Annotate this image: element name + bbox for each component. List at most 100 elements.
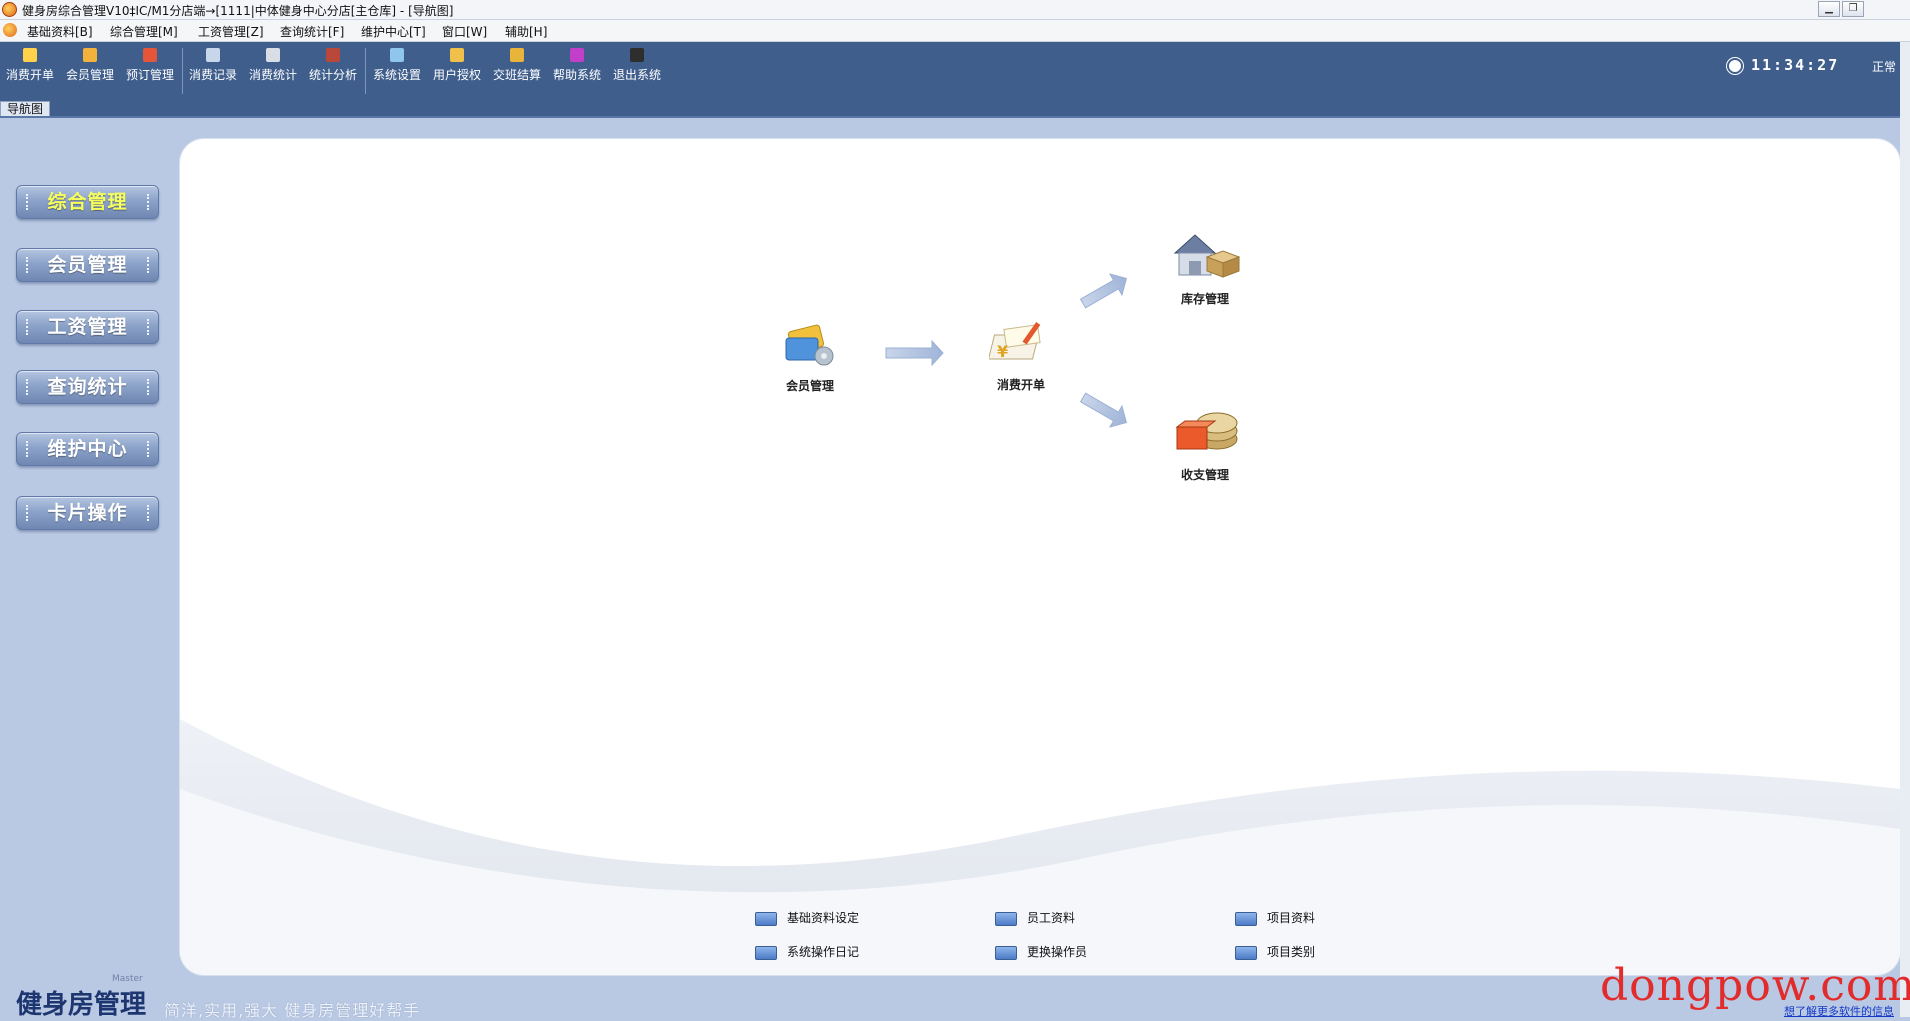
toolbar-analysis-label: 统计分析 [308,68,357,82]
footer-brand: 健身房管理 [16,990,147,1020]
toolbar-exit-label: 退出系统 [612,68,661,82]
toolbar-billing-button[interactable]: 消费开单 [4,48,56,94]
window-icon [1235,911,1257,926]
stats-icon [266,48,280,62]
inventory-warehouse-icon [1173,234,1241,278]
toolbar-shift-settle-label: 交班结算 [492,68,541,82]
app-logo-icon [2,2,17,17]
menu-maintenance[interactable]: 维护中心[T] [361,23,426,40]
link-staff-info[interactable]: 员工资料 [995,909,1075,926]
tab-navigation-map[interactable]: 导航图 [0,101,51,117]
bill-icon [23,48,37,62]
flow-node-billing[interactable]: ¥ 消费开单 [981,317,1061,393]
clock-icon [1727,58,1743,74]
sidebar-item-card-ops[interactable]: 卡片操作 [16,496,159,530]
flow-node-members-label: 会员管理 [785,379,834,393]
help-icon [570,48,584,62]
toolbar-booking-button[interactable]: 预订管理 [124,48,176,94]
shift-settle-icon [510,48,524,62]
exit-icon [630,48,644,62]
tab-underline [0,116,1910,118]
toolbar-help-button[interactable]: 帮助系统 [551,48,603,94]
arrow-billing-to-finance [1079,392,1127,428]
link-basic-settings-label: 基础资料设定 [787,911,860,925]
flow-node-members[interactable]: 会员管理 [770,322,850,394]
sidebar-item-comprehensive[interactable]: 综合管理 [16,185,159,219]
footer-brand-small: Master [112,974,143,984]
minimize-icon[interactable]: ▁ [1818,1,1840,17]
toolbar-user-auth-label: 用户授权 [432,68,481,82]
toolbar-members-button[interactable]: 会员管理 [64,48,116,94]
restore-icon[interactable]: ❐ [1842,1,1864,17]
flow-arrows [885,273,1127,428]
link-system-log[interactable]: 系统操作日记 [755,943,859,960]
toolbar-help-label: 帮助系统 [552,68,601,82]
sidebar-item-query-stats[interactable]: 查询统计 [16,370,159,404]
svg-text:¥: ¥ [997,342,1008,361]
tab-strip: 导航图 [0,101,1910,117]
sidebar-item-members[interactable]: 会员管理 [16,248,159,282]
flow-node-finance-label: 收支管理 [1180,468,1229,482]
toolbar-user-auth-button[interactable]: 用户授权 [431,48,483,94]
menu-query-stats[interactable]: 查询统计[F] [280,23,344,40]
window-icon [1235,945,1257,960]
window-title: 健身房综合管理V10‡IC/M1分店端→[1111|中体健身中心分店[主仓库] … [22,4,454,18]
toolbar-separator [365,48,366,94]
flow-node-inventory[interactable]: 库存管理 [1160,227,1250,307]
toolbar-billing-label: 消费开单 [5,68,54,82]
toolbar-exit-button[interactable]: 退出系统 [611,48,663,94]
flow-node-finance[interactable]: 收支管理 [1160,403,1250,483]
window-icon [755,945,777,960]
toolbar-separator [182,48,183,94]
settings-icon [390,48,404,62]
link-project-category-label: 项目类别 [1267,945,1316,959]
booking-icon [143,48,157,62]
link-basic-settings[interactable]: 基础资料设定 [755,909,859,926]
menu-basic-data[interactable]: 基础资料[B] [27,23,93,40]
finance-coins-icon [1175,412,1238,450]
members-icon [83,48,97,62]
navigation-panel: 会员管理 ¥ 消费开单 库存管理 收支管理 基础资料设定 员工资料 项目资料 系… [180,139,1900,975]
link-project-info-label: 项目资料 [1267,911,1316,925]
title-bar: 健身房综合管理V10‡IC/M1分店端→[1111|中体健身中心分店[主仓库] … [0,0,1910,20]
menu-help[interactable]: 辅助[H] [505,23,547,40]
link-system-log-label: 系统操作日记 [787,945,860,959]
records-icon [206,48,220,62]
window-icon [995,911,1017,926]
app-menu-icon[interactable] [3,23,17,37]
toolbar-settings-label: 系统设置 [372,68,421,82]
toolbar-records-button[interactable]: 消费记录 [187,48,239,94]
footer-slogan: 简洋,实用,强大 健身房管理好帮手 [164,1001,421,1020]
user-auth-icon [450,48,464,62]
toolbar-stats-button[interactable]: 消费统计 [247,48,299,94]
analysis-icon [326,48,340,62]
window-icon [995,945,1017,960]
link-staff-info-label: 员工资料 [1027,911,1076,925]
toolbar-records-label: 消费记录 [188,68,237,82]
menu-window[interactable]: 窗口[W] [442,23,487,40]
right-scroll-strip [1900,42,1910,1017]
menu-comprehensive[interactable]: 综合管理[M] [110,23,178,40]
window-icon [755,911,777,926]
member-card-icon [785,324,834,366]
flow-node-inventory-label: 库存管理 [1180,292,1229,306]
link-change-operator[interactable]: 更换操作员 [995,943,1087,960]
toolbar-analysis-button[interactable]: 统计分析 [307,48,359,94]
arrow-billing-to-inventory [1079,273,1127,309]
link-project-info[interactable]: 项目资料 [1235,909,1315,926]
link-project-category[interactable]: 项目类别 [1235,943,1315,960]
menu-salary[interactable]: 工资管理[Z] [198,23,264,40]
menu-bar: 基础资料[B] 综合管理[M] 工资管理[Z] 查询统计[F] 维护中心[T] … [0,20,1910,57]
billing-icon: ¥ [987,322,1041,361]
toolbar-shift-settle-button[interactable]: 交班结算 [491,48,543,94]
status-text: 正常 [1872,60,1897,74]
sidebar-item-salary[interactable]: 工资管理 [16,310,159,344]
clock-time: 11:34:27 [1751,56,1840,74]
sidebar-item-maintenance[interactable]: 维护中心 [16,432,159,466]
toolbar: 消费开单 会员管理 预订管理 消费记录 消费统计 统计分析 系统设置 用户授权 … [0,42,1910,101]
link-change-operator-label: 更换操作员 [1027,945,1088,959]
toolbar-stats-label: 消费统计 [248,68,297,82]
toolbar-settings-button[interactable]: 系统设置 [371,48,423,94]
toolbar-members-label: 会员管理 [65,68,114,82]
arrow-members-to-billing [885,339,944,367]
